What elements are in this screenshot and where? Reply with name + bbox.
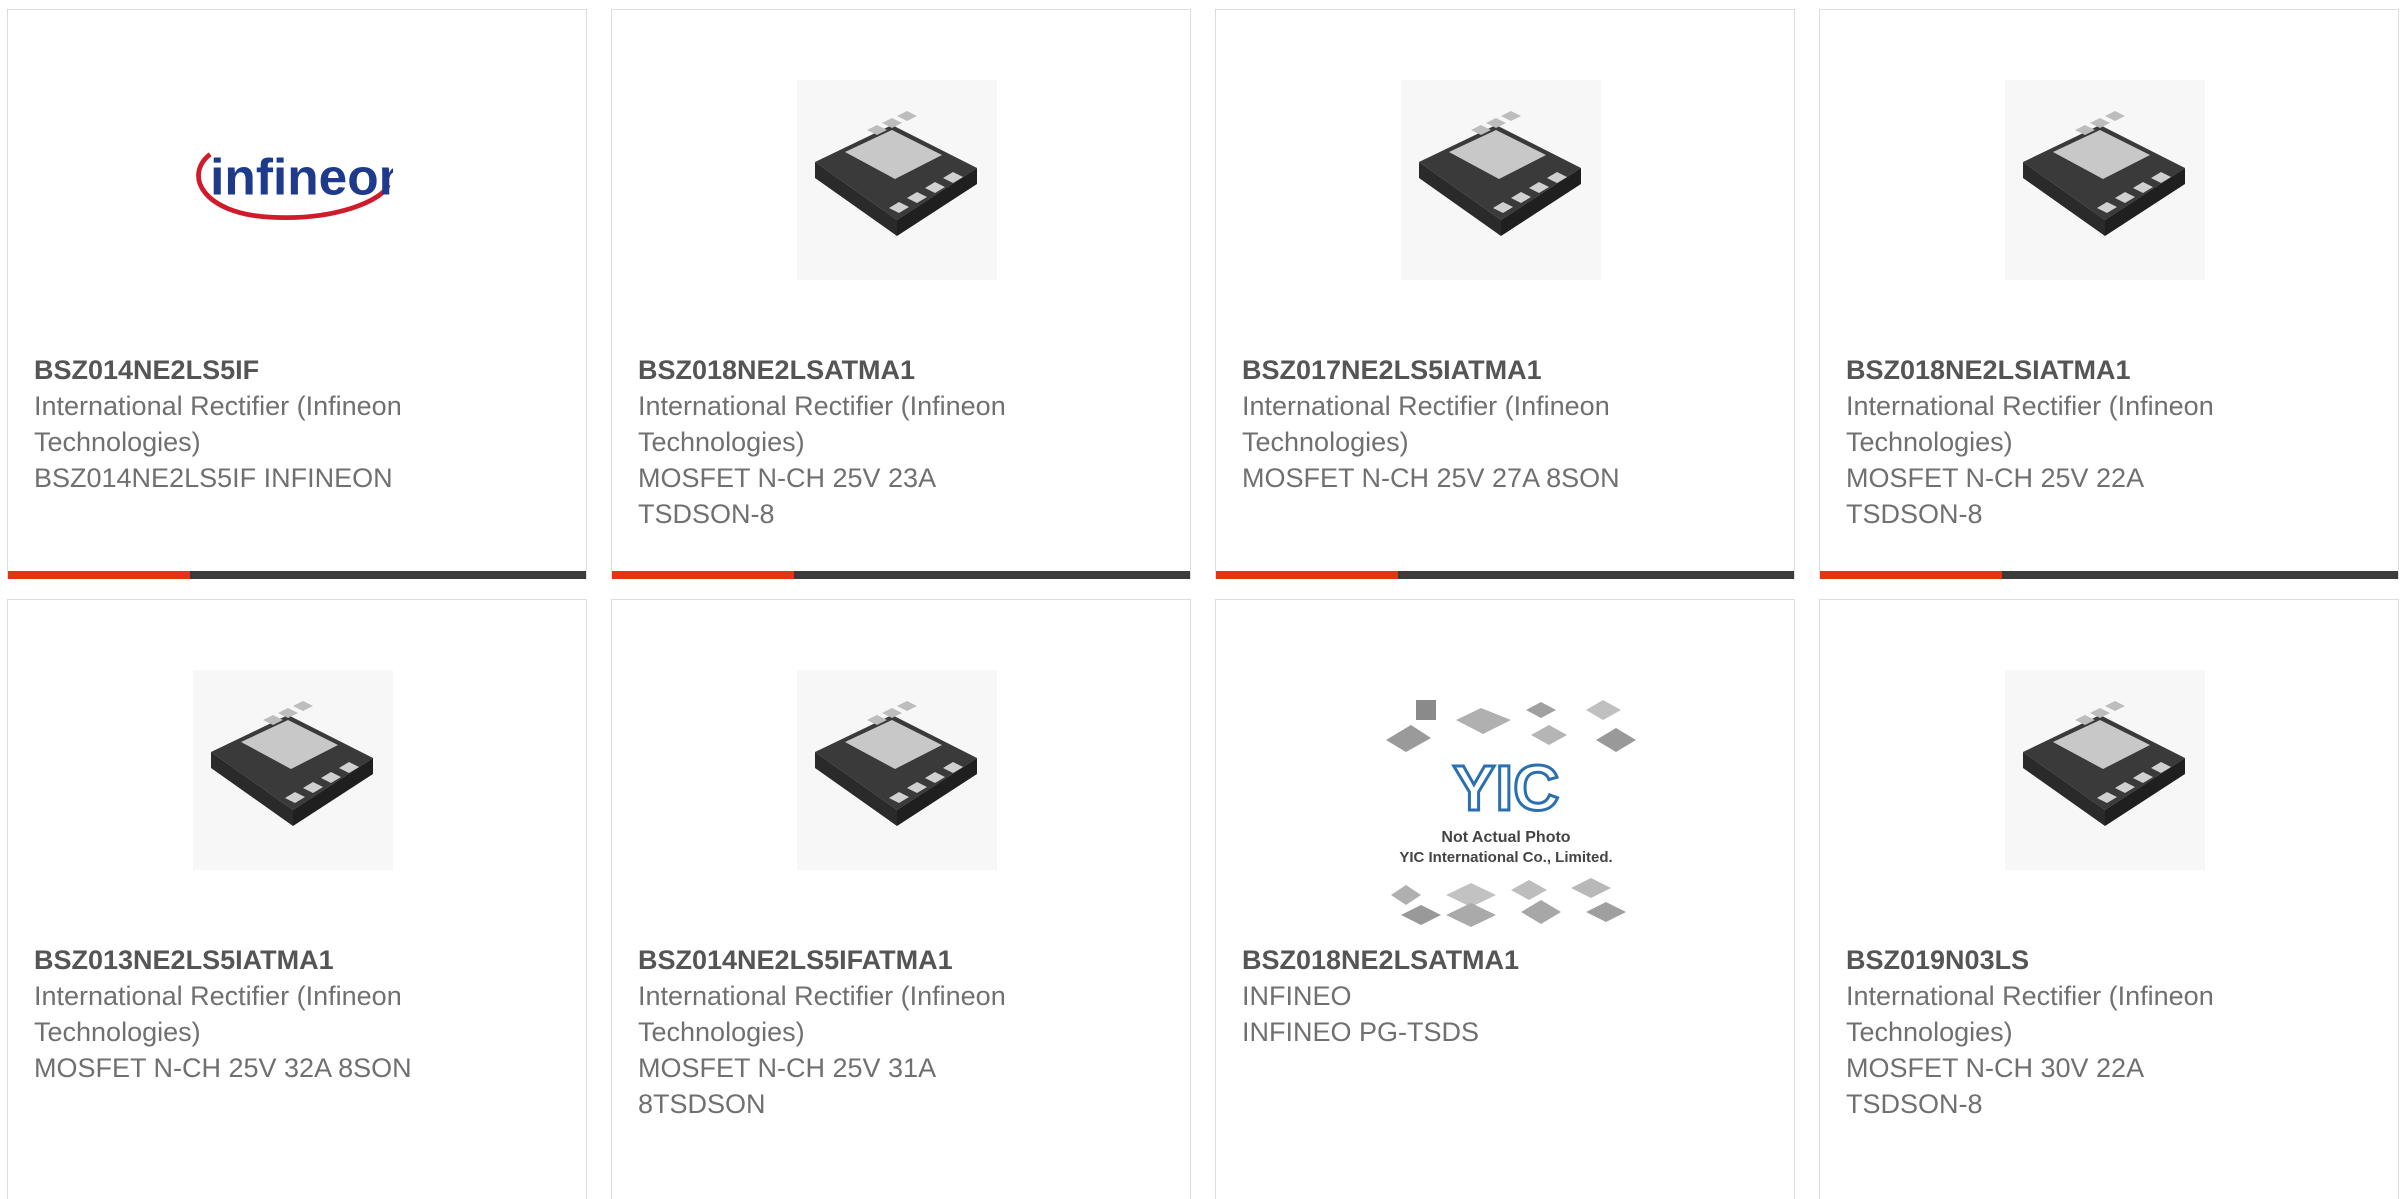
manufacturer: INFINEO <box>1242 981 1352 1011</box>
part-number[interactable]: BSZ013NE2LS5IATMA1 <box>34 942 566 978</box>
manufacturer: International Rectifier (Infineon <box>1242 391 1610 421</box>
svg-text:infineon: infineon <box>210 147 393 205</box>
description: MOSFET N-CH 25V 27A 8SON <box>1242 463 1620 493</box>
svg-text:Not Actual Photo: Not Actual Photo <box>1441 829 1570 846</box>
manufacturer: International Rectifier (Infineon <box>1846 391 2214 421</box>
product-card[interactable]: BSZ014NE2LS5IFATMA1 International Rectif… <box>611 599 1191 1199</box>
part-number[interactable]: BSZ018NE2LSATMA1 <box>1242 942 1774 978</box>
part-number[interactable]: BSZ014NE2LS5IF <box>34 352 566 388</box>
part-number[interactable]: BSZ018NE2LSATMA1 <box>638 352 1170 388</box>
manufacturer: International Rectifier (Infineon <box>638 391 1006 421</box>
product-card[interactable]: BSZ017NE2LS5IATMA1 International Rectifi… <box>1215 9 1795 579</box>
manufacturer-cont: Technologies) <box>1242 427 1409 457</box>
part-number[interactable]: BSZ017NE2LS5IATMA1 <box>1242 352 1774 388</box>
manufacturer-cont: Technologies) <box>638 1017 805 1047</box>
svg-text:YIC: YIC <box>1453 752 1560 824</box>
chip-package-image <box>797 80 997 280</box>
card-bottom-bar <box>1216 571 1794 579</box>
description-cont: TSDSON-8 <box>1846 1089 1983 1119</box>
chip-package-image <box>1401 80 1601 280</box>
manufacturer: International Rectifier (Infineon <box>34 981 402 1011</box>
description: BSZ014NE2LS5IF INFINEON <box>34 463 393 493</box>
description-cont: TSDSON-8 <box>638 499 775 529</box>
chip-package-image <box>797 670 997 870</box>
manufacturer-cont: Technologies) <box>34 1017 201 1047</box>
chip-package-image <box>2005 80 2205 280</box>
product-card[interactable]: BSZ018NE2LSIATMA1 International Rectifie… <box>1819 9 2399 579</box>
description: MOSFET N-CH 30V 22A <box>1846 1053 2145 1083</box>
placeholder-photo-image: YIC Not Actual Photo YIC International C… <box>1371 680 1641 930</box>
svg-text:YIC International Co., Limited: YIC International Co., Limited. <box>1399 849 1612 866</box>
manufacturer: International Rectifier (Infineon <box>638 981 1006 1011</box>
product-card[interactable]: BSZ019N03LS International Rectifier (Inf… <box>1819 599 2399 1199</box>
description: MOSFET N-CH 25V 32A 8SON <box>34 1053 412 1083</box>
manufacturer-cont: Technologies) <box>1846 1017 2013 1047</box>
card-bottom-bar <box>1820 571 2398 579</box>
card-bottom-bar <box>612 571 1190 579</box>
product-card[interactable]: infineon BSZ014NE2LS5IF International Re… <box>7 9 587 579</box>
manufacturer: International Rectifier (Infineon <box>34 391 402 421</box>
description: MOSFET N-CH 25V 31A <box>638 1053 937 1083</box>
infineon-logo: infineon <box>193 80 393 280</box>
manufacturer-cont: Technologies) <box>34 427 201 457</box>
card-bottom-bar <box>8 571 586 579</box>
part-number[interactable]: BSZ019N03LS <box>1846 942 2378 978</box>
chip-package-image <box>193 670 393 870</box>
manufacturer-cont: Technologies) <box>1846 427 2013 457</box>
part-number[interactable]: BSZ014NE2LS5IFATMA1 <box>638 942 1170 978</box>
description-cont: TSDSON-8 <box>1846 499 1983 529</box>
description: MOSFET N-CH 25V 23A <box>638 463 937 493</box>
description-cont: 8TSDSON <box>638 1089 766 1119</box>
product-card[interactable]: BSZ013NE2LS5IATMA1 International Rectifi… <box>7 599 587 1199</box>
manufacturer-cont: Technologies) <box>638 427 805 457</box>
description: INFINEO PG-TSDS <box>1242 1017 1480 1047</box>
product-card[interactable]: BSZ018NE2LSATMA1 International Rectifier… <box>611 9 1191 579</box>
part-number[interactable]: BSZ018NE2LSIATMA1 <box>1846 352 2378 388</box>
chip-package-image <box>2005 670 2205 870</box>
manufacturer: International Rectifier (Infineon <box>1846 981 2214 1011</box>
description: MOSFET N-CH 25V 22A <box>1846 463 2145 493</box>
product-card[interactable]: YIC Not Actual Photo YIC International C… <box>1215 599 1795 1199</box>
